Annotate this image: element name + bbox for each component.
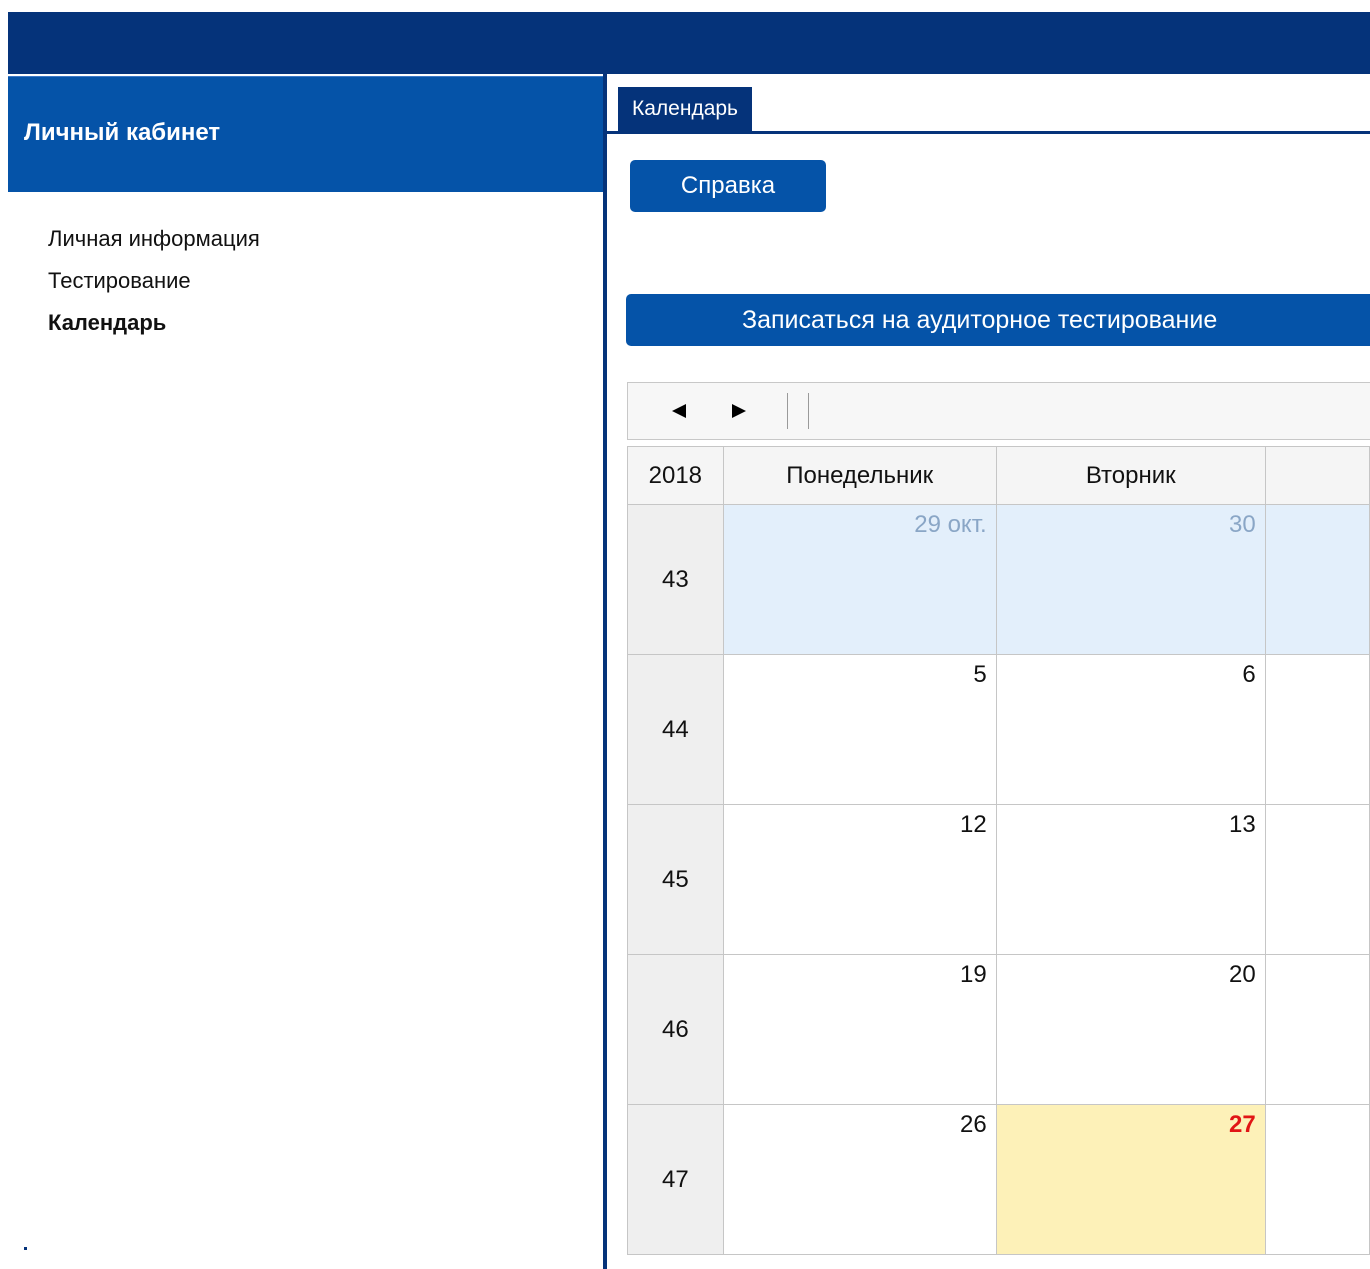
day-header-partial	[1264, 446, 1370, 505]
week-number: 47	[627, 1104, 724, 1255]
content-left-border	[603, 74, 607, 1269]
right-arrow-icon[interactable]	[724, 396, 754, 426]
day-cell-partial[interactable]	[1264, 804, 1370, 955]
week-number: 43	[627, 504, 724, 655]
day-cell[interactable]: 20	[995, 954, 1266, 1105]
day-cell[interactable]: 5	[722, 654, 997, 805]
day-number: 12	[960, 811, 987, 838]
register-testing-label: Записаться на аудиторное тестирование	[742, 306, 1218, 334]
calendar-header-row: 2018 Понедельник Вторник	[627, 446, 1370, 505]
day-header-monday: Понедельник	[722, 446, 997, 505]
left-arrow-icon[interactable]	[664, 396, 694, 426]
day-cell-partial[interactable]	[1264, 1104, 1370, 1255]
day-cell[interactable]: 12	[722, 804, 997, 955]
day-cell-partial[interactable]	[1264, 954, 1370, 1105]
week-number: 45	[627, 804, 724, 955]
top-banner	[8, 12, 1370, 74]
help-button[interactable]: Справка	[630, 160, 826, 212]
register-testing-button[interactable]: Записаться на аудиторное тестирование	[626, 294, 1370, 346]
toolbar-separator	[787, 393, 788, 429]
decorative-dot	[24, 1247, 27, 1250]
day-number: 29 окт.	[914, 511, 987, 538]
day-cell[interactable]: 6	[995, 654, 1266, 805]
day-cell-partial[interactable]	[1264, 654, 1370, 805]
sidebar-nav: Личная информация Тестирование Календарь	[48, 218, 588, 344]
week-number: 46	[627, 954, 724, 1105]
week-row: 43 29 окт. 30	[627, 504, 1370, 655]
sidebar-item-calendar[interactable]: Календарь	[48, 302, 588, 344]
day-number: 26	[960, 1111, 987, 1138]
day-number-today: 27	[1229, 1111, 1256, 1138]
day-cell-partial[interactable]	[1264, 504, 1370, 655]
sidebar-item-testing[interactable]: Тестирование	[48, 260, 588, 302]
sidebar-header: Личный кабинет	[8, 76, 603, 192]
day-number: 30	[1229, 511, 1256, 538]
toolbar-separator	[808, 393, 809, 429]
week-number: 44	[627, 654, 724, 805]
sidebar-title: Личный кабинет	[24, 119, 221, 146]
week-row: 45 12 13	[627, 804, 1370, 955]
week-row: 47 26 27	[627, 1104, 1370, 1255]
day-cell-today[interactable]: 27	[995, 1104, 1266, 1255]
day-cell[interactable]: 13	[995, 804, 1266, 955]
week-row: 46 19 20	[627, 954, 1370, 1105]
day-cell[interactable]: 19	[722, 954, 997, 1105]
sidebar-item-personal-info[interactable]: Личная информация	[48, 218, 588, 260]
week-row: 44 5 6	[627, 654, 1370, 805]
day-number: 5	[973, 661, 987, 688]
tab-underline	[607, 131, 1370, 134]
day-number: 19	[960, 961, 987, 988]
day-cell[interactable]: 26	[722, 1104, 997, 1255]
tab-calendar[interactable]: Календарь	[618, 87, 752, 132]
day-cell[interactable]: 29 окт.	[722, 504, 997, 655]
calendar-grid: 2018 Понедельник Вторник 43 29 окт. 30 4…	[627, 446, 1370, 1255]
year-header: 2018	[627, 446, 724, 505]
day-number: 20	[1229, 961, 1256, 988]
day-number: 6	[1242, 661, 1256, 688]
calendar-toolbar	[627, 382, 1370, 440]
day-header-tuesday: Вторник	[995, 446, 1266, 505]
day-cell[interactable]: 30	[995, 504, 1266, 655]
day-number: 13	[1229, 811, 1256, 838]
